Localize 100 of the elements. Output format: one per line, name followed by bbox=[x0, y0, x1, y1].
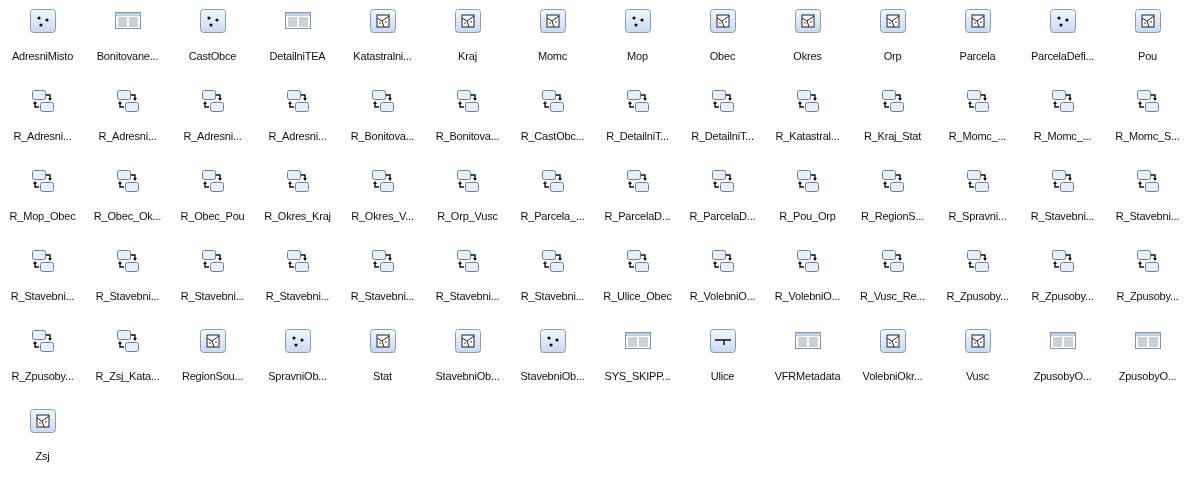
polygon-feature-icon[interactable] bbox=[539, 9, 566, 33]
item-label[interactable]: RegionSou... bbox=[181, 369, 244, 383]
relationship-class-icon[interactable] bbox=[455, 249, 480, 273]
item-label[interactable]: R_Stavebni... bbox=[1115, 209, 1180, 223]
item-label[interactable]: Vusc bbox=[965, 369, 990, 383]
item-label[interactable]: Mop bbox=[627, 49, 648, 63]
polygon-feature-icon[interactable] bbox=[454, 329, 481, 353]
relationship-class-icon[interactable] bbox=[285, 169, 310, 193]
item-label[interactable]: StavebniOb... bbox=[520, 369, 585, 383]
item-label[interactable]: Zsj bbox=[35, 449, 50, 463]
relationship-class-icon[interactable] bbox=[115, 329, 140, 353]
relationship-class-icon[interactable] bbox=[1135, 89, 1160, 113]
item-label[interactable]: R_Bonitova... bbox=[435, 129, 500, 143]
relationship-class-icon[interactable] bbox=[795, 249, 820, 273]
item-label[interactable]: R_Stavebni... bbox=[520, 289, 585, 303]
item-label[interactable]: R_DetailniT... bbox=[691, 129, 754, 143]
relationship-class-icon[interactable] bbox=[965, 169, 990, 193]
item-label[interactable]: R_Stavebni... bbox=[435, 289, 500, 303]
polygon-feature-icon[interactable] bbox=[199, 329, 226, 353]
polygon-feature-icon[interactable] bbox=[964, 329, 991, 353]
item-label[interactable]: R_Vusc_Re... bbox=[859, 289, 926, 303]
polygon-feature-icon[interactable] bbox=[879, 9, 906, 33]
relationship-class-icon[interactable] bbox=[30, 329, 55, 353]
item-label[interactable]: CastObce bbox=[188, 49, 237, 63]
line-feature-icon[interactable] bbox=[709, 329, 736, 353]
point-feature-icon[interactable] bbox=[29, 9, 56, 33]
relationship-class-icon[interactable] bbox=[1050, 249, 1075, 273]
relationship-class-icon[interactable] bbox=[200, 169, 225, 193]
item-label[interactable]: VolebniOkr... bbox=[862, 369, 923, 383]
polygon-feature-icon[interactable] bbox=[964, 9, 991, 33]
relationship-class-icon[interactable] bbox=[285, 89, 310, 113]
item-label[interactable]: ParcelaDefi... bbox=[1030, 49, 1095, 63]
item-label[interactable]: ZpusobyO... bbox=[1118, 369, 1177, 383]
item-label[interactable]: R_Zpusoby... bbox=[1031, 289, 1094, 303]
item-label[interactable]: Orp bbox=[883, 49, 902, 63]
relationship-class-icon[interactable] bbox=[370, 89, 395, 113]
relationship-class-icon[interactable] bbox=[795, 89, 820, 113]
item-label[interactable]: Ulice bbox=[710, 369, 735, 383]
item-label[interactable]: R_Stavebni... bbox=[180, 289, 245, 303]
relationship-class-icon[interactable] bbox=[710, 249, 735, 273]
relationship-class-icon[interactable] bbox=[370, 249, 395, 273]
table-icon[interactable] bbox=[794, 332, 821, 350]
item-label[interactable]: R_Adresni... bbox=[268, 129, 327, 143]
item-label[interactable]: R_Adresni... bbox=[98, 129, 157, 143]
item-label[interactable]: Momc bbox=[537, 49, 568, 63]
point-feature-icon[interactable] bbox=[1049, 9, 1076, 33]
polygon-feature-icon[interactable] bbox=[29, 409, 56, 433]
relationship-class-icon[interactable] bbox=[30, 169, 55, 193]
relationship-class-icon[interactable] bbox=[200, 249, 225, 273]
relationship-class-icon[interactable] bbox=[540, 249, 565, 273]
item-label[interactable]: R_Zpusoby... bbox=[946, 289, 1009, 303]
polygon-feature-icon[interactable] bbox=[454, 9, 481, 33]
item-label[interactable]: R_Okres_Kraj bbox=[264, 209, 331, 223]
point-feature-icon[interactable] bbox=[539, 329, 566, 353]
item-label[interactable]: SYS_SKIPP... bbox=[604, 369, 671, 383]
relationship-class-icon[interactable] bbox=[965, 249, 990, 273]
relationship-class-icon[interactable] bbox=[1050, 89, 1075, 113]
relationship-class-icon[interactable] bbox=[30, 249, 55, 273]
item-label[interactable]: Okres bbox=[793, 49, 822, 63]
relationship-class-icon[interactable] bbox=[710, 89, 735, 113]
relationship-class-icon[interactable] bbox=[30, 89, 55, 113]
table-icon[interactable] bbox=[624, 332, 651, 350]
item-label[interactable]: R_Adresni... bbox=[183, 129, 242, 143]
polygon-feature-icon[interactable] bbox=[879, 329, 906, 353]
table-icon[interactable] bbox=[284, 12, 311, 30]
item-label[interactable]: R_VolebniO... bbox=[689, 289, 756, 303]
item-label[interactable]: R_Momc_... bbox=[948, 129, 1007, 143]
table-icon[interactable] bbox=[114, 12, 141, 30]
item-label[interactable]: R_CastObc... bbox=[520, 129, 585, 143]
relationship-class-icon[interactable] bbox=[625, 249, 650, 273]
relationship-class-icon[interactable] bbox=[625, 169, 650, 193]
item-label[interactable]: R_Obec_Pou bbox=[180, 209, 245, 223]
relationship-class-icon[interactable] bbox=[880, 169, 905, 193]
relationship-class-icon[interactable] bbox=[115, 249, 140, 273]
item-label[interactable]: R_Stavebni... bbox=[350, 289, 415, 303]
item-label[interactable]: R_ParcelaD... bbox=[604, 209, 671, 223]
polygon-feature-icon[interactable] bbox=[794, 9, 821, 33]
item-label[interactable]: R_VolebniO... bbox=[774, 289, 841, 303]
table-icon[interactable] bbox=[1049, 332, 1076, 350]
relationship-class-icon[interactable] bbox=[1135, 169, 1160, 193]
polygon-feature-icon[interactable] bbox=[369, 329, 396, 353]
item-label[interactable]: R_Zpusoby... bbox=[11, 369, 74, 383]
relationship-class-icon[interactable] bbox=[540, 89, 565, 113]
item-label[interactable]: StavebniOb... bbox=[435, 369, 500, 383]
item-label[interactable]: R_Orp_Vusc bbox=[437, 209, 498, 223]
item-label[interactable]: R_Obec_Ok... bbox=[93, 209, 162, 223]
item-label[interactable]: R_Momc_S... bbox=[1115, 129, 1180, 143]
relationship-class-icon[interactable] bbox=[115, 169, 140, 193]
item-label[interactable]: R_Stavebni... bbox=[10, 289, 75, 303]
polygon-feature-icon[interactable] bbox=[1134, 9, 1161, 33]
item-label[interactable]: R_Stavebni... bbox=[265, 289, 330, 303]
relationship-class-icon[interactable] bbox=[1135, 249, 1160, 273]
item-label[interactable]: R_Bonitova... bbox=[350, 129, 415, 143]
relationship-class-icon[interactable] bbox=[625, 89, 650, 113]
item-label[interactable]: VFRMetadata bbox=[774, 369, 841, 383]
item-label[interactable]: Pou bbox=[1138, 49, 1157, 63]
item-label[interactable]: R_Ulice_Obec bbox=[603, 289, 672, 303]
relationship-class-icon[interactable] bbox=[795, 169, 820, 193]
relationship-class-icon[interactable] bbox=[880, 249, 905, 273]
relationship-class-icon[interactable] bbox=[710, 169, 735, 193]
